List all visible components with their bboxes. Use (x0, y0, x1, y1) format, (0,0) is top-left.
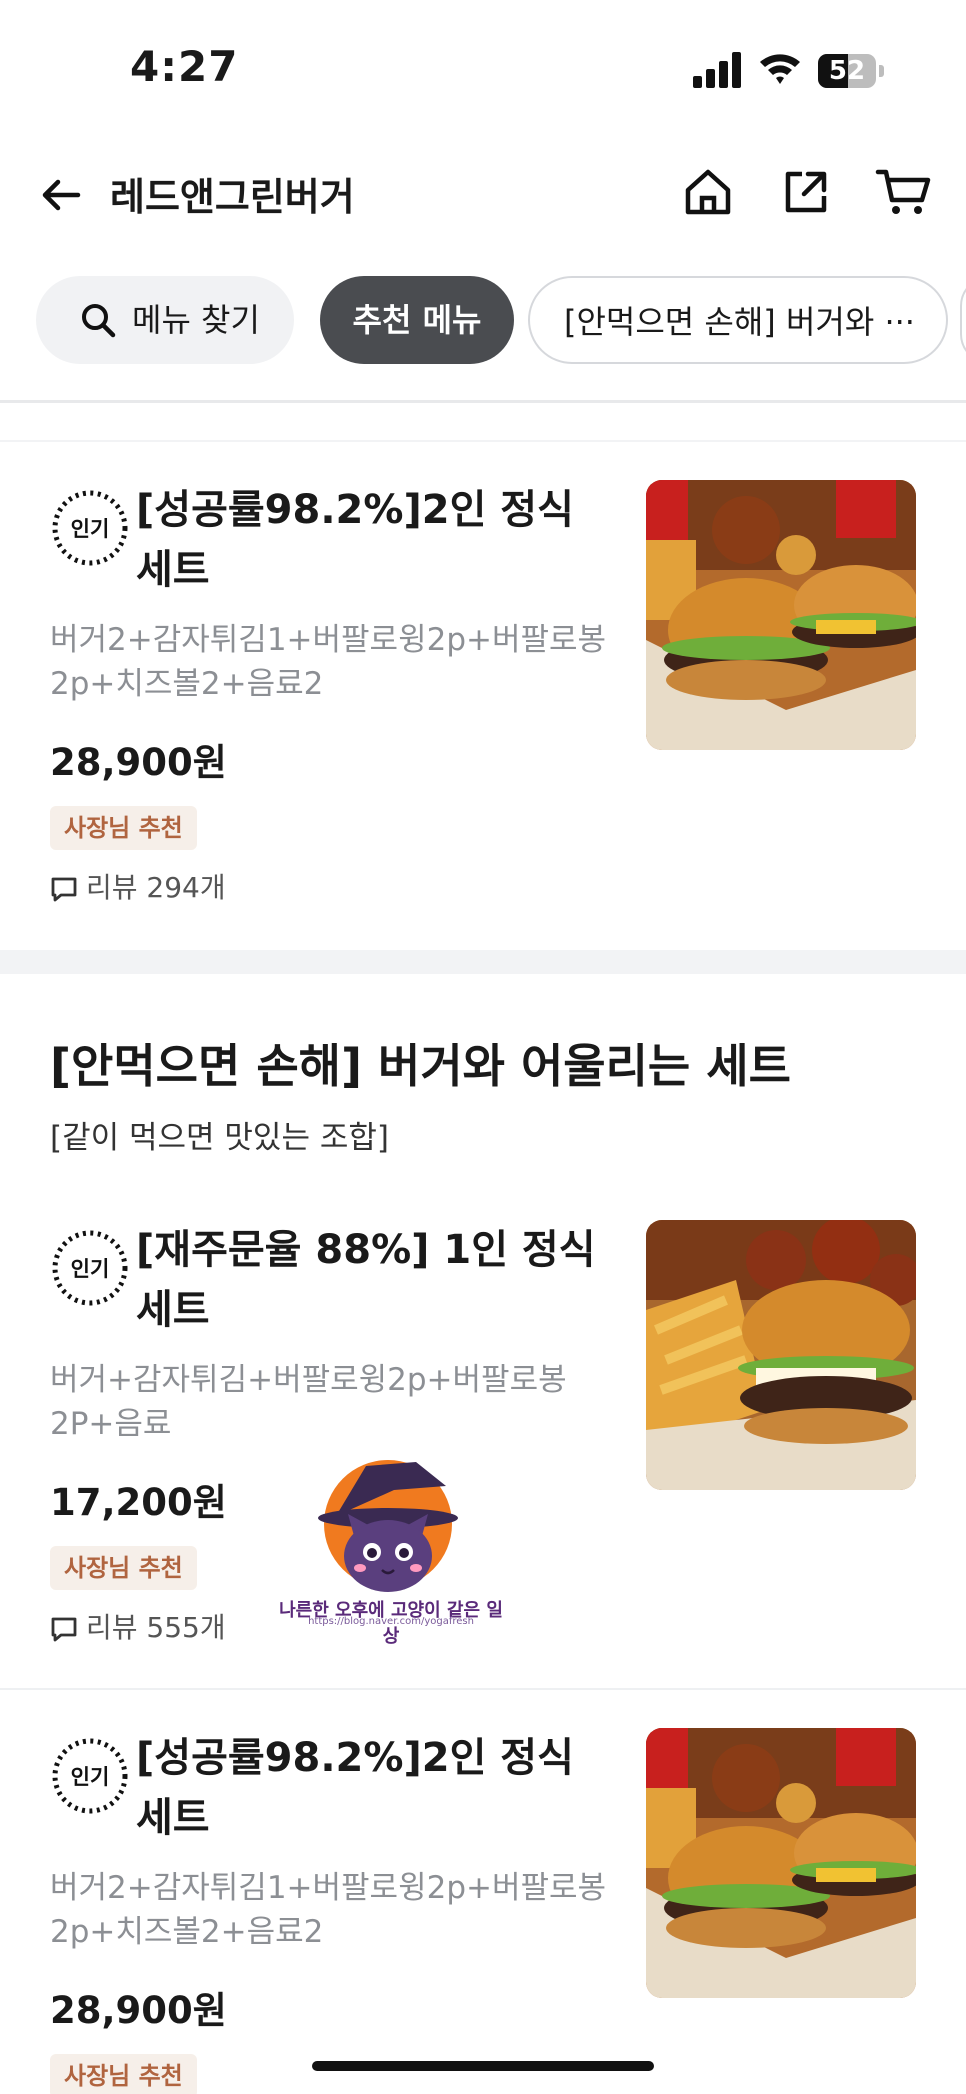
popular-badge-label: 인기 (71, 517, 110, 541)
status-bar: 4:27 52 (0, 0, 966, 140)
battery-level: 52 (828, 56, 866, 86)
review-count-label: 리뷰 555개 (86, 1611, 226, 1644)
home-icon[interactable] (680, 164, 736, 220)
item-name-line1: [재주문율 88%] 1인 정식 (136, 1227, 596, 1273)
category-tabs: 메뉴 찾기 추천 메뉴 [안먹으면 손해] 버거와 ··· (0, 276, 966, 366)
item-desc-line2: 2p+치즈볼2+음료2 (50, 1914, 324, 1950)
item-desc-line1: 버거2+감자튀김1+버팔로윙2p+버팔로봉 (50, 1870, 607, 1906)
tab-recommended[interactable]: 추천 메뉴 (320, 276, 514, 364)
popular-badge-icon: 인기 (52, 1738, 128, 1814)
item-desc-line2: 2P+음료 (50, 1406, 172, 1442)
item-name: [성공률98.2%]2인 정식 세트 (136, 1728, 616, 1848)
section-subtitle: [같이 먹으면 맛있는 조합] (50, 1120, 389, 1156)
item-description: 버거2+감자튀김1+버팔로윙2p+버팔로봉 2p+치즈볼2+음료2 (50, 1866, 610, 1954)
item-name-line2: 세트 (136, 547, 210, 593)
item-photo (646, 1220, 916, 1490)
chat-bubble-icon (51, 877, 77, 902)
review-count-label: 리뷰 294개 (86, 871, 226, 904)
popular-badge-label: 인기 (71, 1765, 110, 1789)
item-name-line2: 세트 (136, 1795, 210, 1841)
item-price: 28,900원 (50, 1989, 227, 2032)
blog-watermark: 나른한 오후에 고양이 같은 일상 https://blog.naver.com… (276, 1456, 506, 1647)
item-desc-line1: 버거2+감자튀김1+버팔로윙2p+버팔로봉 (50, 622, 607, 658)
popular-badge-icon: 인기 (52, 490, 128, 566)
header: 레드앤그린버거 (0, 150, 966, 240)
battery-icon: 52 (818, 54, 884, 88)
home-indicator[interactable] (312, 2061, 654, 2071)
review-count: 리뷰 555개 (50, 1608, 226, 1648)
back-arrow-icon[interactable] (36, 170, 86, 220)
cart-icon[interactable] (874, 164, 934, 220)
list-divider (0, 440, 966, 442)
section-title: [안먹으면 손해] 버거와 어울리는 세트 (50, 1039, 791, 1093)
tabs-divider (0, 400, 966, 403)
item-name-line1: [성공률98.2%]2인 정식 (136, 1735, 574, 1781)
item-name: [성공률98.2%]2인 정식 세트 (136, 480, 616, 600)
owner-recommend-badge: 사장님 추천 (50, 806, 197, 850)
owner-recommend-badge: 사장님 추천 (50, 1546, 197, 1590)
menu-item[interactable]: 인기 [성공률98.2%]2인 정식 세트 버거2+감자튀김1+버팔로윙2p+버… (0, 1728, 966, 2094)
item-name: [재주문율 88%] 1인 정식 세트 (136, 1220, 616, 1340)
watermark-url: https://blog.naver.com/yogafresh (308, 1616, 474, 1627)
chat-bubble-icon (51, 1617, 77, 1642)
item-desc-line1: 버거+감자튀김+버팔로윙2p+버팔로봉 (50, 1362, 567, 1398)
cat-mascot-icon (318, 1460, 458, 1592)
item-divider (0, 1688, 966, 1690)
item-description: 버거+감자튀김+버팔로윙2p+버팔로봉 2P+음료 (50, 1358, 610, 1446)
cellular-signal-icon (693, 52, 741, 88)
search-icon (82, 304, 116, 338)
item-price: 17,200원 (50, 1481, 227, 1524)
section-separator (0, 950, 966, 974)
menu-item[interactable]: 인기 [성공률98.2%]2인 정식 세트 버거2+감자튀김1+버팔로윙2p+버… (0, 480, 966, 920)
menu-search-label: 메뉴 찾기 (132, 301, 260, 339)
item-name-line1: [성공률98.2%]2인 정식 (136, 487, 574, 533)
tab-set-menu[interactable]: [안먹으면 손해] 버거와 ··· (528, 276, 948, 364)
item-description: 버거2+감자튀김1+버팔로윙2p+버팔로봉 2p+치즈볼2+음료2 (50, 618, 610, 706)
owner-recommend-badge: 사장님 추천 (50, 2054, 197, 2094)
item-photo (646, 480, 916, 750)
item-photo (646, 1728, 916, 1998)
item-desc-line2: 2p+치즈볼2+음료2 (50, 666, 324, 702)
popular-badge-icon: 인기 (52, 1230, 128, 1306)
item-price: 28,900원 (50, 741, 227, 784)
review-count: 리뷰 294개 (50, 868, 226, 908)
tab-next[interactable] (960, 276, 966, 364)
popular-badge-label: 인기 (71, 1257, 110, 1281)
store-title: 레드앤그린버거 (110, 175, 355, 219)
status-time: 4:27 (130, 42, 239, 91)
wifi-icon (760, 54, 800, 84)
item-name-line2: 세트 (136, 1287, 210, 1333)
menu-search-button[interactable]: 메뉴 찾기 (36, 276, 294, 364)
share-icon[interactable] (778, 164, 834, 220)
